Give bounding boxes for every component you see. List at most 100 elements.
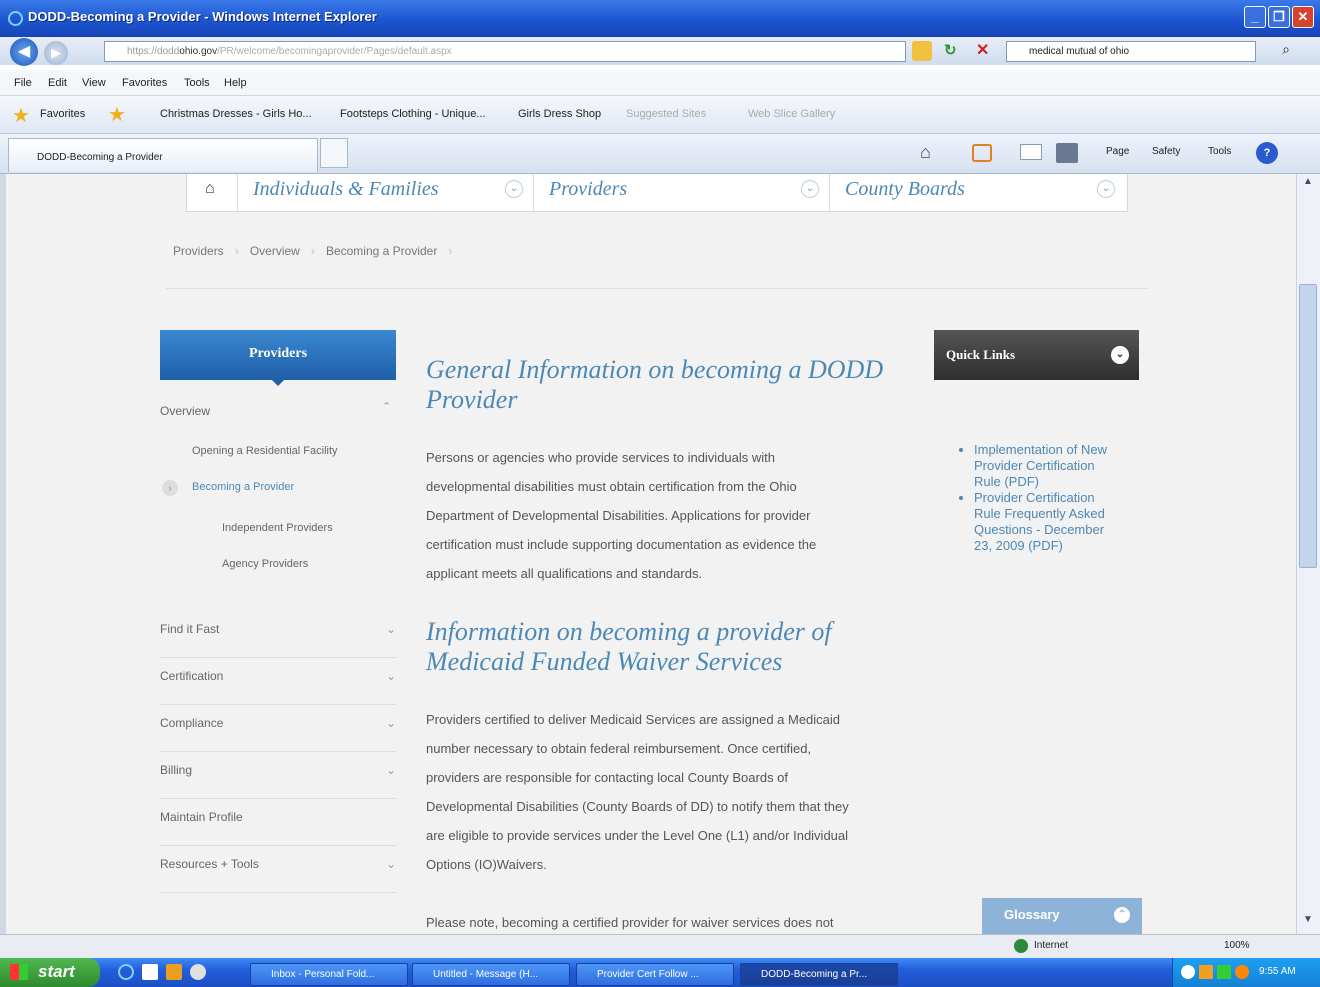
menu-tools[interactable]: Tools <box>184 77 210 89</box>
menu-help[interactable]: Help <box>224 77 247 89</box>
home-icon[interactable]: ⌂ <box>205 180 215 198</box>
sidebar-billing[interactable]: Billing ⌄ <box>160 752 396 799</box>
menu-file[interactable]: File <box>14 77 32 89</box>
chevron-down-icon[interactable]: ⌄ <box>1111 346 1129 364</box>
refresh-icon[interactable]: ↻ <box>944 41 957 59</box>
favorites-star-icon: ★ <box>12 105 30 127</box>
close-button[interactable]: ✕ <box>1292 6 1314 28</box>
tray-icon[interactable] <box>1217 965 1231 979</box>
heading-general-info: General Information on becoming a DODD Pr… <box>426 355 884 414</box>
sidebar-becoming-provider[interactable]: Becoming a Provider <box>192 481 294 493</box>
sidebar-independent-providers[interactable]: Independent Providers <box>222 522 333 534</box>
url-input[interactable]: https://doddohio.gov/PR/welcome/becoming… <box>104 41 906 62</box>
quick-links-header[interactable]: Quick Links ⌄ <box>934 330 1139 380</box>
nav-providers[interactable]: Providers <box>549 174 627 212</box>
sidebar-opening-residential[interactable]: Opening a Residential Facility <box>192 445 338 457</box>
status-bar: Internet 100% <box>0 934 1320 958</box>
site-nav: ⌂ Individuals & Families ⌄ Providers ⌄ C… <box>186 174 1128 212</box>
sidebar-certification[interactable]: Certification ⌄ <box>160 658 396 705</box>
page-content: ⌂ Individuals & Families ⌄ Providers ⌄ C… <box>0 174 1296 934</box>
menu-favorites[interactable]: Favorites <box>122 77 167 89</box>
sidebar-agency-providers[interactable]: Agency Providers <box>222 558 308 570</box>
quick-link-faq[interactable]: Provider CertificationRule Frequently As… <box>974 490 1142 554</box>
section-label: Certification <box>160 669 224 683</box>
rss-feed-icon[interactable] <box>972 144 992 162</box>
start-label: start <box>38 962 75 981</box>
ie-quicklaunch-icon[interactable] <box>118 964 134 980</box>
favorites-bar: ★ Favorites ★ Christmas Dresses - Girls … <box>0 96 1320 134</box>
stop-icon[interactable]: ✕ <box>976 40 989 60</box>
search-input[interactable]: medical mutual of ohio <box>1006 41 1256 62</box>
outlook-icon[interactable] <box>166 964 182 980</box>
lock-icon[interactable] <box>912 41 932 61</box>
nav-divider <box>533 174 534 212</box>
chevron-down-icon[interactable]: ⌄ <box>505 180 523 198</box>
breadcrumb-becoming-provider[interactable]: Becoming a Provider <box>326 244 437 258</box>
menu-view[interactable]: View <box>82 77 106 89</box>
section-label: Billing <box>160 763 193 777</box>
safety-menu[interactable]: Safety <box>1152 146 1180 157</box>
url-domain: ohio.gov <box>179 46 218 57</box>
scroll-down-icon[interactable]: ▼ <box>1299 914 1317 930</box>
fav-footsteps-clothing[interactable]: Footsteps Clothing - Unique... <box>340 108 486 120</box>
tray-icon[interactable] <box>1199 965 1213 979</box>
read-mail-icon[interactable] <box>1020 144 1042 160</box>
breadcrumb-overview[interactable]: Overview <box>250 244 300 258</box>
fav-christmas-dresses[interactable]: Christmas Dresses - Girls Ho... <box>160 108 312 120</box>
breadcrumb-providers[interactable]: Providers <box>173 244 224 258</box>
windows-logo-icon <box>10 964 28 980</box>
chevron-up-icon[interactable]: ⌃ <box>382 400 391 413</box>
glossary-tab[interactable]: Glossary ⌃ <box>982 898 1142 934</box>
scroll-up-icon[interactable]: ▲ <box>1299 176 1317 192</box>
heading-medicaid-waiver: Information on becoming a provider of Med… <box>426 617 832 676</box>
search-icon[interactable]: ⌕ <box>1266 41 1306 62</box>
sidebar-resources-tools[interactable]: Resources + Tools ⌄ <box>160 846 396 893</box>
print-icon[interactable] <box>1056 143 1078 163</box>
taskbar-outlook-inbox[interactable]: Inbox - Personal Fold... <box>250 963 408 986</box>
add-favorite-icon[interactable]: ★ <box>108 102 126 127</box>
home-icon[interactable]: ⌂ <box>920 142 931 163</box>
vertical-scrollbar[interactable]: ▲ ▼ <box>1296 174 1320 934</box>
scrollbar-thumb[interactable] <box>1299 284 1317 568</box>
help-icon[interactable]: ? <box>1256 142 1278 164</box>
forward-arrow-icon[interactable]: ▶ <box>44 41 68 65</box>
taskbar-untitled-message[interactable]: Untitled - Message (H... <box>412 963 570 986</box>
favorites-button[interactable]: Favorites <box>40 108 85 120</box>
minimize-button[interactable]: _ <box>1244 6 1266 28</box>
nav-county-boards[interactable]: County Boards <box>845 174 965 212</box>
desktop-icon[interactable] <box>142 964 158 980</box>
window-title-bar: DODD-Becoming a Provider - Windows Inter… <box>0 0 1320 37</box>
system-tray: 9:55 AM <box>1172 958 1320 987</box>
sidebar-compliance[interactable]: Compliance ⌄ <box>160 705 396 752</box>
fav-web-slice-gallery[interactable]: Web Slice Gallery <box>748 108 835 120</box>
new-tab-button[interactable] <box>320 138 348 168</box>
quick-link-implementation[interactable]: Implementation of NewProvider Certificat… <box>974 442 1142 490</box>
sidebar-overview[interactable]: Overview <box>160 404 210 418</box>
taskbar-dodd-window[interactable]: DODD-Becoming a Pr... <box>740 963 898 986</box>
tab-bar: DODD-Becoming a Provider ⌂ Page Safety T… <box>0 134 1320 174</box>
zoom-level[interactable]: 100% <box>1224 940 1250 951</box>
tools-menu[interactable]: Tools <box>1208 146 1231 157</box>
nav-individuals-families[interactable]: Individuals & Families <box>253 174 439 212</box>
tab-active[interactable]: DODD-Becoming a Provider <box>8 138 318 172</box>
back-arrow-icon[interactable]: ◀ <box>10 38 38 66</box>
sidebar-maintain-profile[interactable]: Maintain Profile <box>160 799 396 846</box>
tray-icon[interactable] <box>1181 965 1195 979</box>
paragraph-medicaid-waiver: Providers certified to deliver Medicaid … <box>426 712 849 872</box>
taskbar-provider-cert[interactable]: Provider Cert Follow ... <box>576 963 734 986</box>
breadcrumb: Providers › Overview › Becoming a Provid… <box>173 244 453 258</box>
chevron-up-icon: ⌃ <box>1114 907 1130 923</box>
chevron-down-icon[interactable]: ⌄ <box>1097 180 1115 198</box>
start-button[interactable]: start <box>0 958 100 987</box>
sidebar-find-it-fast[interactable]: Find it Fast ⌄ <box>160 611 396 658</box>
fav-girls-dress-shop[interactable]: Girls Dress Shop <box>518 108 601 120</box>
page-menu[interactable]: Page <box>1106 146 1129 157</box>
chevron-down-icon[interactable]: ⌄ <box>801 180 819 198</box>
maximize-button[interactable]: ❐ <box>1268 6 1290 28</box>
menu-edit[interactable]: Edit <box>48 77 67 89</box>
fav-suggested-sites[interactable]: Suggested Sites <box>626 108 706 120</box>
url-path: /PR/welcome/becomingaprovider/Pages/defa… <box>217 46 452 57</box>
section-label: Find it Fast <box>160 622 220 636</box>
tray-icon[interactable] <box>1235 965 1249 979</box>
app-icon[interactable] <box>190 964 206 980</box>
